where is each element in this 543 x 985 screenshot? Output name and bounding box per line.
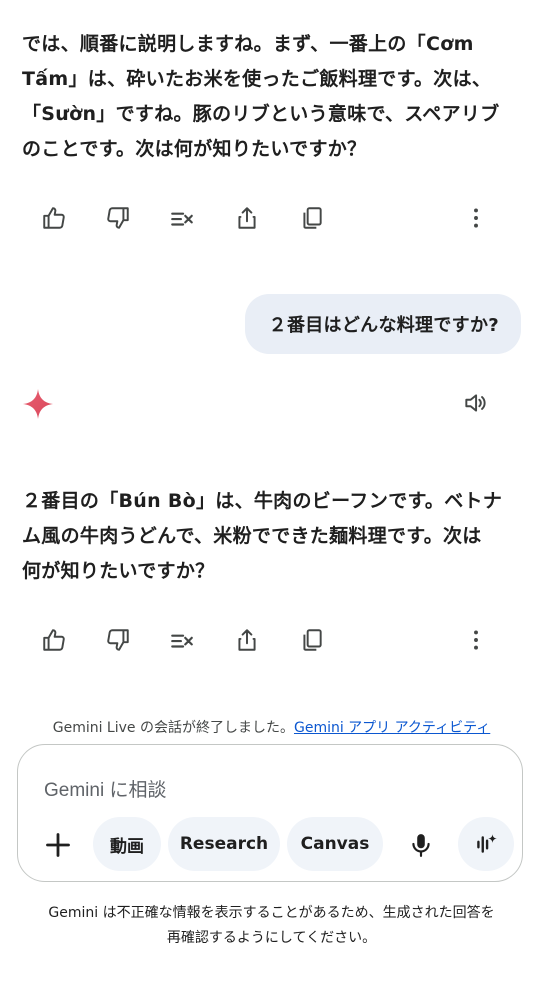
microphone-icon[interactable] bbox=[401, 825, 441, 865]
response-actions bbox=[0, 620, 543, 660]
chip-research[interactable]: Research bbox=[168, 817, 280, 871]
chip-canvas-label: Canvas bbox=[300, 834, 370, 854]
more-options-icon[interactable] bbox=[456, 620, 496, 660]
activity-link[interactable]: Gemini アプリ アクティビティ bbox=[294, 720, 490, 736]
chip-video-label: 動画 bbox=[110, 836, 144, 857]
prompt-composer: Gemini に相談 動画 Research Canvas bbox=[17, 744, 523, 882]
thumbs-down-icon[interactable] bbox=[98, 620, 138, 660]
more-options-icon[interactable] bbox=[456, 198, 496, 238]
chip-canvas[interactable]: Canvas bbox=[287, 817, 383, 871]
assistant-message: では、順番に説明しますね。まず、一番上の「Cơm Tấm」は、砕いたお米を使った… bbox=[22, 33, 500, 160]
live-ended-text: Gemini Live の会話が終了しました。 bbox=[52, 720, 294, 736]
user-message-bubble: ２番目はどんな料理ですか? bbox=[244, 294, 521, 354]
thumbs-down-icon[interactable] bbox=[98, 198, 138, 238]
copy-icon[interactable] bbox=[292, 198, 332, 238]
prompt-input[interactable]: Gemini に相談 bbox=[44, 775, 166, 802]
live-ended-notice: Gemini Live の会話が終了しました。Gemini アプリ アクティビテ… bbox=[0, 717, 543, 737]
gemini-spark-icon bbox=[22, 388, 54, 420]
user-message-text: ２番目はどんな料理ですか? bbox=[268, 315, 499, 336]
share-icon[interactable] bbox=[227, 620, 267, 660]
read-aloud-icon[interactable] bbox=[455, 383, 495, 423]
copy-icon[interactable] bbox=[292, 620, 332, 660]
response-actions bbox=[0, 198, 543, 238]
modify-response-icon[interactable] bbox=[162, 198, 202, 238]
share-icon[interactable] bbox=[227, 198, 267, 238]
assistant-message: ２番目の「Bún Bò」は、牛肉のビーフンです。ベトナ ム風の牛肉うどんで、米粉… bbox=[22, 490, 503, 582]
chip-video[interactable]: 動画 bbox=[93, 817, 161, 871]
thumbs-up-icon[interactable] bbox=[34, 620, 74, 660]
live-waveform-icon bbox=[477, 834, 497, 853]
modify-response-icon[interactable] bbox=[162, 620, 202, 660]
disclaimer-text: Gemini は不正確な情報を表示することがあるため、生成された回答を 再確認す… bbox=[48, 905, 495, 946]
chip-research-label: Research bbox=[179, 834, 269, 854]
add-attachment-button[interactable] bbox=[38, 825, 78, 865]
gemini-live-button[interactable] bbox=[458, 817, 514, 871]
thumbs-up-icon[interactable] bbox=[34, 198, 74, 238]
